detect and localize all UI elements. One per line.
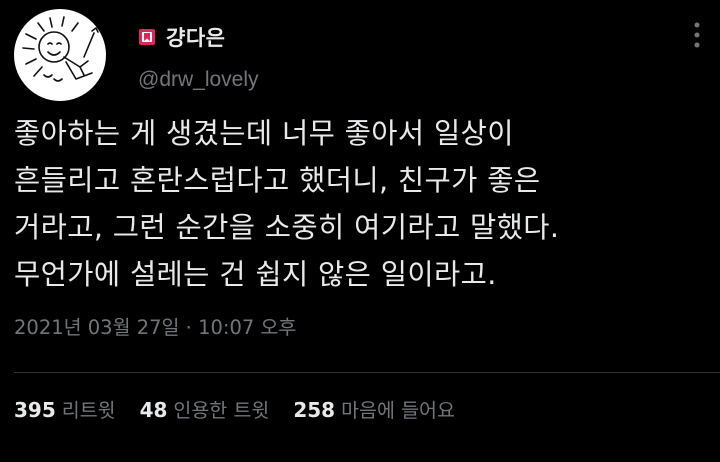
user-handle[interactable]: @drw_lovely — [138, 68, 259, 92]
likes-stat[interactable]: 258 마음에 들어요 — [293, 394, 455, 423]
quotes-stat[interactable]: 48 인용한 트윗 — [140, 394, 270, 423]
quotes-count: 48 — [139, 398, 168, 422]
avatar-doodle-icon — [22, 16, 99, 82]
avatar[interactable] — [14, 9, 106, 101]
bookmark-badge-icon — [138, 28, 156, 46]
likes-count: 258 — [293, 398, 336, 422]
tweet-text-line: 흔들리고 혼란스럽다고 했더니, 친구가 좋은 — [14, 164, 541, 197]
likes-label: 마음에 들어요 — [341, 399, 455, 422]
tweet-text-line: 좋아하는 게 생겼는데 너무 좋아서 일상이 — [14, 117, 514, 150]
tweet-text: 좋아하는 게 생겼는데 너무 좋아서 일상이 흔들리고 혼란스럽다고 했더니, … — [14, 110, 714, 298]
tweet-text-line: 거라고, 그런 순간을 소중히 여기라고 말했다. — [14, 211, 560, 244]
retweets-count: 395 — [14, 398, 56, 422]
tweet-timestamp[interactable]: 2021년 03월 27일 · 10:07 오후 — [14, 311, 296, 340]
quotes-label: 인용한 트윗 — [173, 399, 270, 422]
display-name: 걍다은 — [166, 26, 226, 50]
retweets-label: 리트윗 — [61, 399, 116, 422]
retweets-stat[interactable]: 395 리트윗 — [14, 394, 116, 423]
engagement-stats: 395 리트윗 48 인용한 트윗 258 마음에 들어요 — [14, 394, 479, 423]
more-options-icon[interactable] — [693, 22, 701, 48]
divider — [14, 372, 720, 373]
tweet-card: 걍다은 @drw_lovely 좋아하는 게 생겼는데 너무 좋아서 일상이 흔… — [0, 0, 720, 462]
tweet-text-line: 무언가에 설레는 건 쉽지 않은 일이라고. — [14, 258, 497, 291]
author-name-row[interactable]: 걍다은 — [138, 22, 225, 52]
